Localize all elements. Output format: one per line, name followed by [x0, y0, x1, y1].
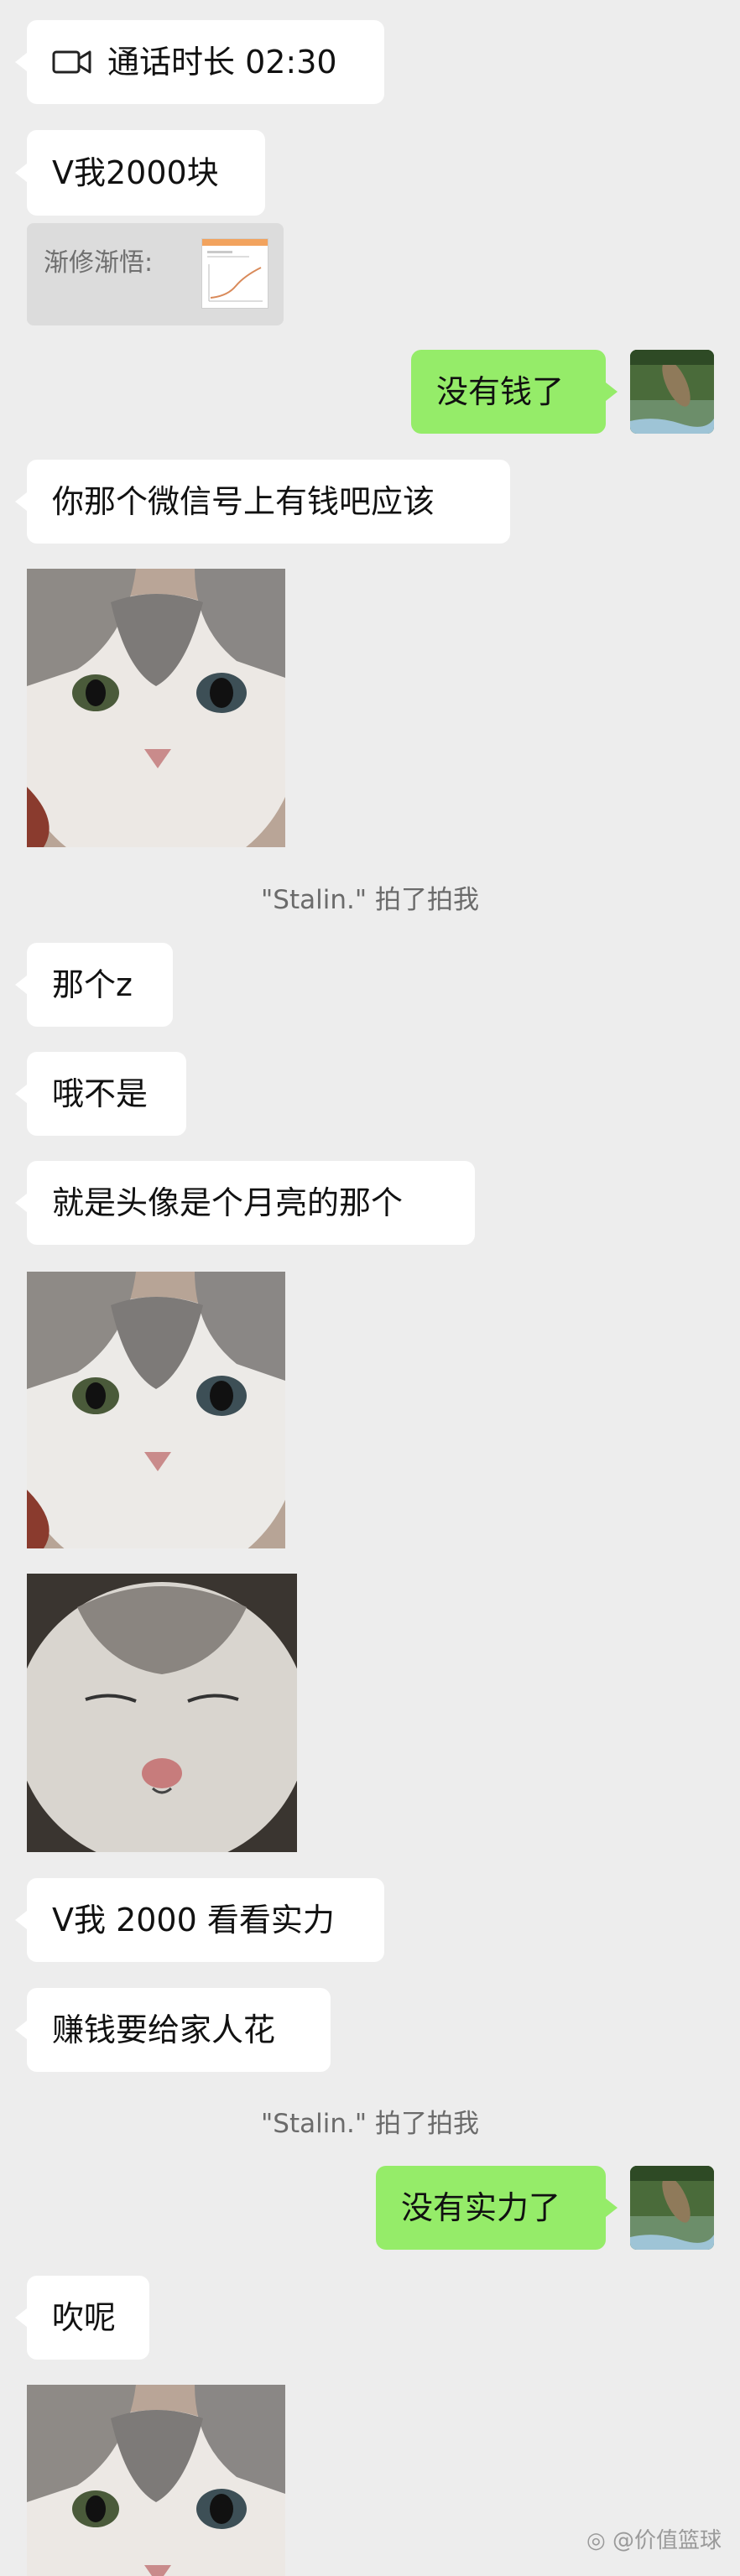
chat-area[interactable]: 通话时长 02:30 V我2000块 渐修渐悟: 没有钱了 你那个微信号上有钱吧…: [0, 0, 740, 2576]
incoming-message[interactable]: 你那个微信号上有钱吧应该: [15, 460, 510, 544]
cat-sticker-image[interactable]: [27, 1272, 285, 1548]
incoming-message[interactable]: 就是头像是个月亮的那个: [15, 1161, 475, 1245]
outgoing-message[interactable]: 没有实力了: [376, 2166, 618, 2250]
cat-face-icon: [27, 569, 285, 847]
message-text: 你那个微信号上有钱吧应该: [52, 483, 435, 520]
watermark-text: @价值篮球: [612, 2528, 722, 2553]
incoming-message[interactable]: 那个z: [15, 943, 173, 1027]
chart-thumbnail-icon: [202, 239, 268, 302]
message-text: 哦不是: [52, 1075, 149, 1112]
incoming-message[interactable]: V我2000块: [15, 130, 265, 216]
outgoing-message[interactable]: 没有钱了: [411, 350, 618, 434]
pat-notification: "Stalin." 拍了拍我: [261, 885, 479, 915]
incoming-message[interactable]: 哦不是: [15, 1052, 186, 1136]
message-text: 赚钱要给家人花: [52, 2011, 276, 2048]
quoted-message[interactable]: 渐修渐悟:: [27, 223, 284, 325]
video-call-icon: [52, 50, 91, 74]
incoming-message[interactable]: 吹呢: [15, 2276, 149, 2360]
pat-notification: "Stalin." 拍了拍我: [261, 2109, 479, 2139]
quote-thumbnail-image[interactable]: [201, 238, 268, 309]
quote-text: 渐修渐悟:: [44, 248, 154, 278]
message-text: 那个z: [52, 966, 133, 1003]
my-avatar[interactable]: [630, 2166, 714, 2250]
message-text: V我 2000 看看实力: [52, 1902, 335, 1939]
message-text: 就是头像是个月亮的那个: [52, 1184, 404, 1221]
call-record-bubble[interactable]: 通话时长 02:30: [15, 20, 384, 104]
my-avatar[interactable]: [630, 350, 714, 434]
sleepy-cat-face-icon: [27, 1574, 297, 1852]
call-duration-text: 通话时长 02:30: [107, 44, 337, 81]
incoming-message[interactable]: 赚钱要给家人花: [15, 1988, 331, 2072]
cat-sticker-image[interactable]: [27, 569, 285, 847]
incoming-message[interactable]: V我 2000 看看实力: [15, 1878, 384, 1962]
cat-sticker-image[interactable]: [27, 1574, 297, 1852]
message-text: 吹呢: [52, 2299, 117, 2336]
cat-sticker-image[interactable]: [27, 2385, 285, 2576]
cat-face-icon: [27, 2385, 285, 2576]
message-text: 没有实力了: [401, 2189, 561, 2226]
cat-face-icon: [27, 1272, 285, 1548]
message-text: 没有钱了: [436, 373, 565, 410]
weibo-watermark: ◎ @价值篮球: [586, 2523, 722, 2554]
weibo-logo-icon: ◎: [586, 2528, 606, 2553]
message-text: V我2000块: [52, 154, 219, 191]
